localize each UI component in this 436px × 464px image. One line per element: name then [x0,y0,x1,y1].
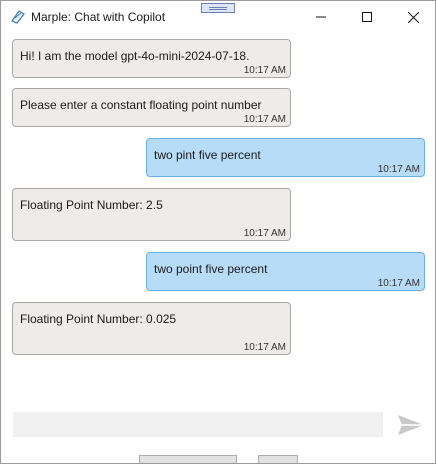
message-bubble-bot: Hi! I am the model gpt-4o-mini-2024-07-1… [12,39,291,78]
message-bubble-bot: Floating Point Number: 2.5 10:17 AM [12,188,291,241]
drag-handle-icon[interactable] [201,3,235,13]
message-time: 10:17 AM [243,65,286,76]
message-time: 10:17 AM [243,114,286,125]
send-button[interactable] [397,413,425,437]
close-button[interactable] [390,1,435,33]
maximize-icon [362,12,372,22]
copilot-icon [10,9,26,25]
message-text: Hi! I am the model gpt-4o-mini-2024-07-1… [20,49,250,63]
message-input[interactable] [13,412,383,437]
bottom-button-right[interactable] [258,455,298,463]
message-text: two pint five percent [154,148,261,162]
message-text: Please enter a constant floating point n… [20,98,262,112]
minimize-button[interactable] [298,1,344,33]
message-text: Floating Point Number: 2.5 [20,198,163,212]
message-time: 10:17 AM [243,342,286,353]
message-time: 10:17 AM [377,278,420,289]
message-time: 10:17 AM [243,228,286,239]
close-icon [407,11,419,23]
send-icon [398,415,424,435]
window-title: Marple: Chat with Copilot [31,10,166,24]
chat-window: Marple: Chat with Copilot Hi! I am the m… [0,0,436,464]
message-bubble-bot: Please enter a constant floating point n… [12,88,291,127]
message-bubble-user: two point five percent 10:17 AM [146,252,425,291]
bottom-button-left[interactable] [139,455,237,463]
minimize-icon [316,16,326,18]
message-bubble-bot: Floating Point Number: 0.025 10:17 AM [12,302,291,355]
message-bubble-user: two pint five percent 10:17 AM [146,138,425,177]
message-text: Floating Point Number: 0.025 [20,312,177,326]
title-bar[interactable]: Marple: Chat with Copilot [1,1,435,33]
message-time: 10:17 AM [377,164,420,175]
maximize-button[interactable] [344,1,390,33]
message-text: two point five percent [154,262,268,276]
